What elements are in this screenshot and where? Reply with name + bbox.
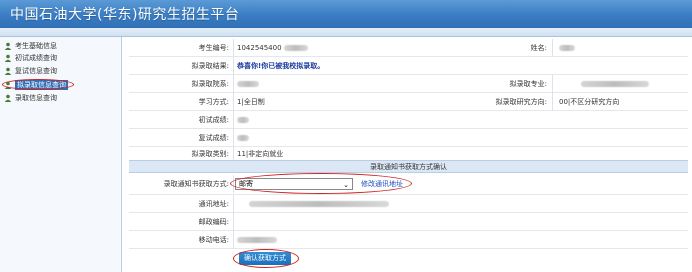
method-label: 录取通知书获取方式:	[163, 180, 229, 188]
sidebar-item-label: 录取信息查询	[15, 93, 57, 102]
postcode-label: 邮政编码:	[198, 218, 229, 226]
divider	[233, 111, 234, 129]
header-banner: 中国石油大学(华东)研究生招生平台	[0, 0, 692, 28]
name-value	[559, 39, 575, 57]
dept-label: 拟录取院系:	[191, 80, 229, 88]
sidebar-item-retest-info[interactable]: 复试信息查询	[4, 65, 118, 76]
row-study-mode: 学习方式: 1|全日制 拟录取研究方向: 00|不区分研究方向	[129, 93, 688, 111]
row-address: 通讯地址:	[129, 195, 688, 213]
header-subbar	[0, 28, 692, 37]
direction-label: 拟录取研究方向:	[495, 98, 547, 106]
row-dept: 拟录取院系: 拟录取专业:	[129, 75, 688, 93]
major-label: 拟录取专业:	[509, 80, 547, 88]
sidebar-item-basic-info[interactable]: 考生基础信息	[4, 40, 118, 51]
divider	[552, 93, 553, 111]
redacted-blur	[237, 81, 259, 87]
sidebar-item-label: 初试成绩查询	[15, 53, 57, 62]
row-result: 拟录取结果: 恭喜你!你已被我校拟录取。	[129, 57, 688, 75]
divider	[233, 195, 234, 213]
user-icon	[4, 67, 12, 75]
divider	[552, 75, 553, 93]
redacted-blur	[559, 45, 575, 51]
sidebar: 考生基础信息 初试成绩查询 复试信息查询 拟录取信息查询 录取信息查询	[0, 37, 122, 272]
redacted-blur	[249, 201, 389, 207]
row-phone: 移动电话:	[129, 231, 688, 249]
major-value	[581, 75, 649, 93]
exam-no-value: 1042545400	[237, 39, 308, 57]
redacted-blur	[237, 117, 249, 123]
divider	[233, 93, 234, 111]
section-title: 录取通知书获取方式确认	[129, 160, 688, 173]
phone-value	[237, 231, 277, 249]
row-notice-method: 录取通知书获取方式: 邮寄 ⌄ 修改通讯地址	[129, 173, 688, 195]
redacted-blur	[237, 237, 277, 243]
row-exam-no: 考生编号: 1042545400 姓名:	[129, 39, 688, 57]
exam-no-label: 考生编号:	[198, 44, 229, 52]
highlight-ring	[2, 79, 74, 90]
divider	[233, 39, 234, 57]
study-mode-value: 1|全日制	[237, 98, 265, 106]
redacted-blur	[581, 81, 649, 87]
initial-score-label: 初试成绩:	[198, 116, 229, 124]
user-icon	[4, 94, 12, 102]
dept-value	[237, 75, 259, 93]
direction-value: 00|不区分研究方向	[559, 98, 620, 106]
row-postcode: 邮政编码:	[129, 213, 688, 231]
sidebar-item-enrollment-info[interactable]: 录取信息查询	[4, 92, 118, 103]
row-initial-score: 初试成绩:	[129, 111, 688, 129]
result-value: 恭喜你!你已被我校拟录取。	[237, 62, 325, 70]
divider	[233, 213, 234, 231]
sidebar-item-label: 考生基础信息	[15, 41, 57, 50]
exam-no-text: 1042545400	[237, 44, 282, 52]
redacted-blur	[283, 45, 308, 51]
name-label: 姓名:	[530, 44, 547, 52]
address-label: 通讯地址:	[198, 200, 229, 208]
initial-score-value	[237, 111, 249, 129]
sidebar-item-label: 复试信息查询	[15, 66, 57, 75]
user-icon	[4, 42, 12, 50]
divider	[552, 39, 553, 57]
app-title: 中国石油大学(华东)研究生招生平台	[10, 7, 240, 23]
result-label: 拟录取结果:	[191, 62, 229, 70]
sidebar-item-initial-score[interactable]: 初试成绩查询	[4, 52, 118, 63]
study-mode-label: 学习方式:	[198, 98, 229, 106]
divider	[233, 75, 234, 93]
highlight-ring	[230, 173, 412, 194]
divider	[233, 231, 234, 249]
row-confirm: 确认获取方式	[129, 249, 688, 269]
address-value	[249, 195, 389, 213]
phone-label: 移动电话:	[198, 236, 229, 244]
divider	[233, 57, 234, 75]
user-icon	[4, 54, 12, 62]
redacted-blur	[237, 135, 249, 141]
highlight-ring	[233, 249, 299, 268]
